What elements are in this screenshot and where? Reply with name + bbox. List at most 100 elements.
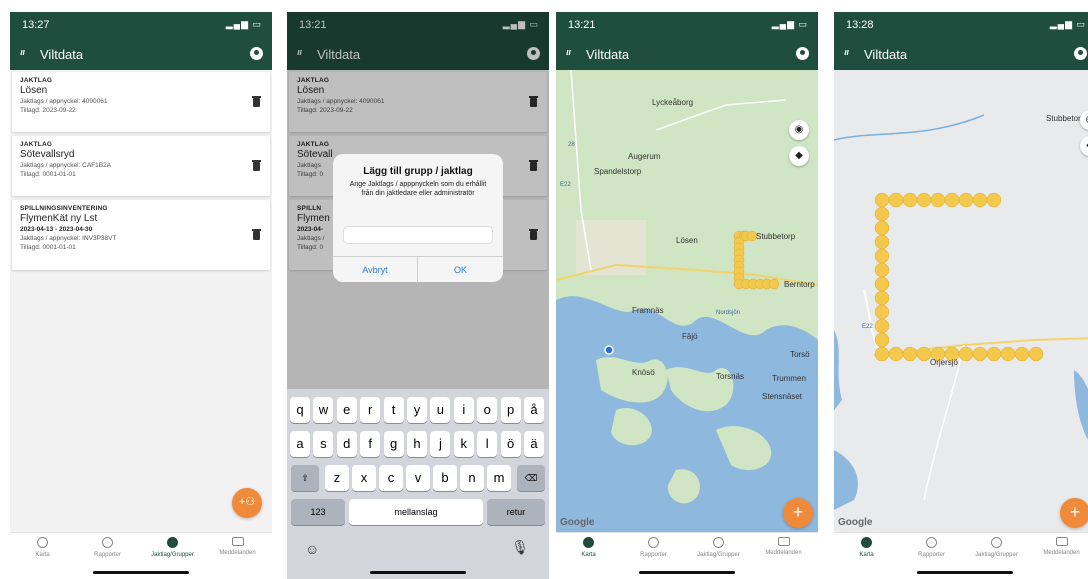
- tab-jaktlag-grupper[interactable]: Jaktlag/Grupper: [964, 537, 1029, 558]
- group-card[interactable]: JAKTLAG Sötevallsryd Jaktlags / appnycke…: [12, 136, 270, 196]
- return-key[interactable]: retur: [487, 499, 545, 525]
- app-bar: ᶦᶦ Viltdata: [10, 38, 272, 70]
- onscreen-keyboard: qwertyuiopå asdfghjklöä ⇧ ⌫ zxcvbnm 123 …: [287, 389, 549, 579]
- tab-rapporter[interactable]: Rapporter: [75, 537, 140, 558]
- key-v[interactable]: v: [406, 465, 430, 491]
- key-p[interactable]: p: [500, 397, 521, 423]
- key-x[interactable]: x: [352, 465, 376, 491]
- numbers-key[interactable]: 123: [291, 499, 345, 525]
- road-label: E22: [862, 324, 873, 330]
- water-label: Nordsjön: [716, 310, 741, 316]
- key-g[interactable]: g: [383, 431, 404, 457]
- dialog-title: Lägg till grupp / jaktlag: [363, 166, 473, 177]
- screen-map: 13:21 ▂▄▆ ▭ ᶦᶦ Viltdata Lyckeåborg Auger…: [556, 12, 818, 579]
- status-time: 13:28: [846, 19, 874, 31]
- key-q[interactable]: q: [290, 397, 310, 423]
- key-f[interactable]: f: [360, 431, 381, 457]
- emoji-key[interactable]: ☺: [305, 541, 319, 557]
- tab-bar: Karta Rapporter Jaktlag/Grupper Meddelan…: [10, 532, 272, 579]
- key-r[interactable]: r: [360, 397, 381, 423]
- tab-bar: Karta Rapporter Jaktlag/Grupper Meddelan…: [834, 532, 1088, 579]
- key-d[interactable]: d: [336, 431, 357, 457]
- card-added: Tillagd: 2023-09-22: [20, 107, 76, 114]
- ok-button[interactable]: OK: [418, 257, 503, 283]
- key-k[interactable]: k: [453, 431, 474, 457]
- key-w[interactable]: w: [313, 397, 334, 423]
- key-t[interactable]: t: [383, 397, 404, 423]
- tab-meddelanden[interactable]: Meddelanden: [751, 537, 816, 556]
- account-icon[interactable]: [1074, 47, 1087, 60]
- keyboard-row-1: qwertyuiopå: [287, 397, 549, 423]
- card-key: Jaktlags / appnyckel: 4090061: [20, 98, 108, 105]
- map-label: Fäjö: [682, 332, 698, 341]
- plus-icon: +: [1069, 502, 1081, 522]
- space-key[interactable]: mellanslag: [349, 499, 483, 525]
- key-c[interactable]: c: [379, 465, 403, 491]
- tab-meddelanden[interactable]: Meddelanden: [205, 537, 270, 556]
- tab-label: Jaktlag/Grupper: [975, 552, 1018, 558]
- map-label: Trummen: [772, 374, 806, 383]
- add-report-button[interactable]: +: [783, 498, 813, 528]
- key-å[interactable]: å: [524, 397, 544, 423]
- map-label: Knösö: [632, 368, 655, 377]
- locate-me-button[interactable]: ◉: [789, 120, 809, 140]
- tab-label: Karta: [581, 552, 596, 558]
- tab-karta[interactable]: Karta: [556, 537, 621, 558]
- group-card[interactable]: SPILLNINGSINVENTERING FlymenKät ny Lst 2…: [12, 200, 270, 270]
- account-icon[interactable]: [796, 47, 809, 60]
- trash-icon[interactable]: [252, 96, 261, 107]
- layers-icon: ◆: [795, 150, 803, 161]
- tab-label: Meddelanden: [1043, 550, 1080, 556]
- key-m[interactable]: m: [487, 465, 511, 491]
- card-category: JAKTLAG: [20, 77, 53, 84]
- key-h[interactable]: h: [407, 431, 427, 457]
- globe-icon: [583, 537, 594, 548]
- map-view[interactable]: Stubbetorp Orjersjö E22 ◉ ◆ + Google: [834, 70, 1088, 532]
- trash-icon[interactable]: [252, 229, 261, 240]
- key-ä[interactable]: ä: [524, 431, 544, 457]
- history-icon: [648, 537, 659, 548]
- map-label: Augerum: [628, 152, 661, 161]
- group-card[interactable]: JAKTLAG Lösen Jaktlags / appnyckel: 4090…: [12, 72, 270, 132]
- key-l[interactable]: l: [477, 431, 498, 457]
- map-view[interactable]: Lyckeåborg Augerum Spandelstorp Lösen St…: [556, 70, 818, 532]
- tab-label: Rapporter: [918, 552, 945, 558]
- tab-label: Jaktlag/Grupper: [697, 552, 740, 558]
- account-icon[interactable]: [250, 47, 263, 60]
- tab-jaktlag-grupper[interactable]: Jaktlag/Grupper: [686, 537, 751, 558]
- tab-meddelanden[interactable]: Meddelanden: [1029, 537, 1088, 556]
- tab-label: Rapporter: [94, 552, 121, 558]
- tab-karta[interactable]: Karta: [10, 537, 75, 558]
- tab-rapporter[interactable]: Rapporter: [621, 537, 686, 558]
- key-o[interactable]: o: [477, 397, 498, 423]
- key-n[interactable]: n: [460, 465, 484, 491]
- key-ö[interactable]: ö: [500, 431, 521, 457]
- tab-jaktlag-grupper[interactable]: Jaktlag/Grupper: [140, 537, 205, 558]
- trash-icon[interactable]: [252, 160, 261, 171]
- key-e[interactable]: e: [336, 397, 357, 423]
- shift-key[interactable]: ⇧: [291, 465, 319, 491]
- home-indicator: [93, 571, 189, 574]
- app-key-input[interactable]: [343, 226, 493, 244]
- key-s[interactable]: s: [313, 431, 334, 457]
- tab-karta[interactable]: Karta: [834, 537, 899, 558]
- add-group-button[interactable]: +⚇: [232, 488, 262, 518]
- add-report-button[interactable]: +: [1060, 498, 1088, 528]
- microphone-icon[interactable]: 🎙: [511, 539, 529, 556]
- status-bar: 13:28 ▂▄▆ ▭: [834, 12, 1088, 38]
- key-y[interactable]: y: [407, 397, 427, 423]
- key-a[interactable]: a: [290, 431, 310, 457]
- keyboard-row-4: 123 mellanslag retur: [287, 499, 549, 525]
- tab-label: Meddelanden: [219, 550, 256, 556]
- backspace-key[interactable]: ⌫: [517, 465, 545, 491]
- cancel-button[interactable]: Avbryt: [333, 257, 418, 283]
- key-u[interactable]: u: [430, 397, 451, 423]
- map-label: Lyckeåborg: [652, 98, 694, 107]
- key-j[interactable]: j: [430, 431, 451, 457]
- key-b[interactable]: b: [433, 465, 457, 491]
- key-i[interactable]: i: [453, 397, 474, 423]
- layers-button[interactable]: ◆: [789, 146, 809, 166]
- dialog-message: Ange Jaktlags / apppnyckeln som du erhål…: [349, 181, 487, 197]
- tab-rapporter[interactable]: Rapporter: [899, 537, 964, 558]
- key-z[interactable]: z: [325, 465, 349, 491]
